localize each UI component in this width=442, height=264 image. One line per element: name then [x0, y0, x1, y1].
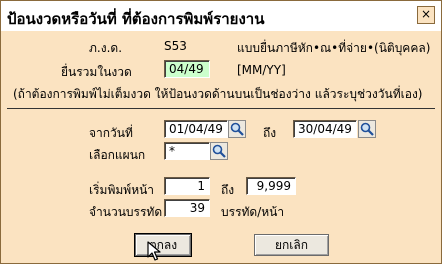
search-icon[interactable]	[228, 120, 246, 138]
period-label: ยื่นรวมในงวด	[61, 65, 132, 79]
mouse-pointer-icon	[147, 241, 161, 264]
to-date-input[interactable]: 30/04/49	[293, 120, 357, 138]
ok-button[interactable]: ตกลง	[134, 233, 192, 257]
print-report-dialog: ป้อนงวดหรือวันที่ ที่ต้องการพิมพ์รายงาน …	[0, 0, 442, 264]
end-page-label: ถึง	[221, 183, 235, 197]
search-icon[interactable]	[210, 142, 228, 160]
lines-label: จำนวนบรรทัด	[89, 205, 163, 219]
department-input[interactable]: *	[164, 142, 210, 160]
form-type-code: S53	[164, 39, 187, 53]
form-type-label: ภ.ง.ด.	[89, 41, 123, 55]
divider	[7, 108, 435, 109]
close-icon[interactable]: ×	[417, 6, 435, 24]
lines-per-page-input[interactable]: 39	[164, 199, 210, 217]
department-label: เลือกแผนก	[89, 148, 146, 162]
cancel-button[interactable]: ยกเลิก	[254, 234, 329, 256]
search-icon[interactable]	[358, 120, 376, 138]
end-page-input[interactable]: 9,999	[246, 177, 296, 195]
instruction-note: (ถ้าต้องการพิมพ์ไม่เต็มงวด ให้ป้อนงวดด้า…	[13, 87, 423, 101]
period-input[interactable]: 04/49	[164, 60, 210, 78]
to-date-label: ถึง	[263, 126, 277, 140]
dialog-title: ป้อนงวดหรือวันที่ ที่ต้องการพิมพ์รายงาน	[1, 1, 441, 31]
period-format-hint: [MM/YY]	[237, 63, 286, 77]
from-date-input[interactable]: 01/04/49	[164, 120, 228, 138]
lines-unit-label: บรรทัด/หน้า	[221, 205, 285, 219]
from-date-label: จากวันที่	[89, 126, 133, 140]
start-page-input[interactable]: 1	[164, 177, 210, 195]
start-page-label: เริ่มพิมพ์หน้า	[89, 183, 155, 197]
form-type-description: แบบยื่นภาษีหัก•ณ•ที่จ่าย•(นิติบุคคล)	[237, 41, 431, 55]
